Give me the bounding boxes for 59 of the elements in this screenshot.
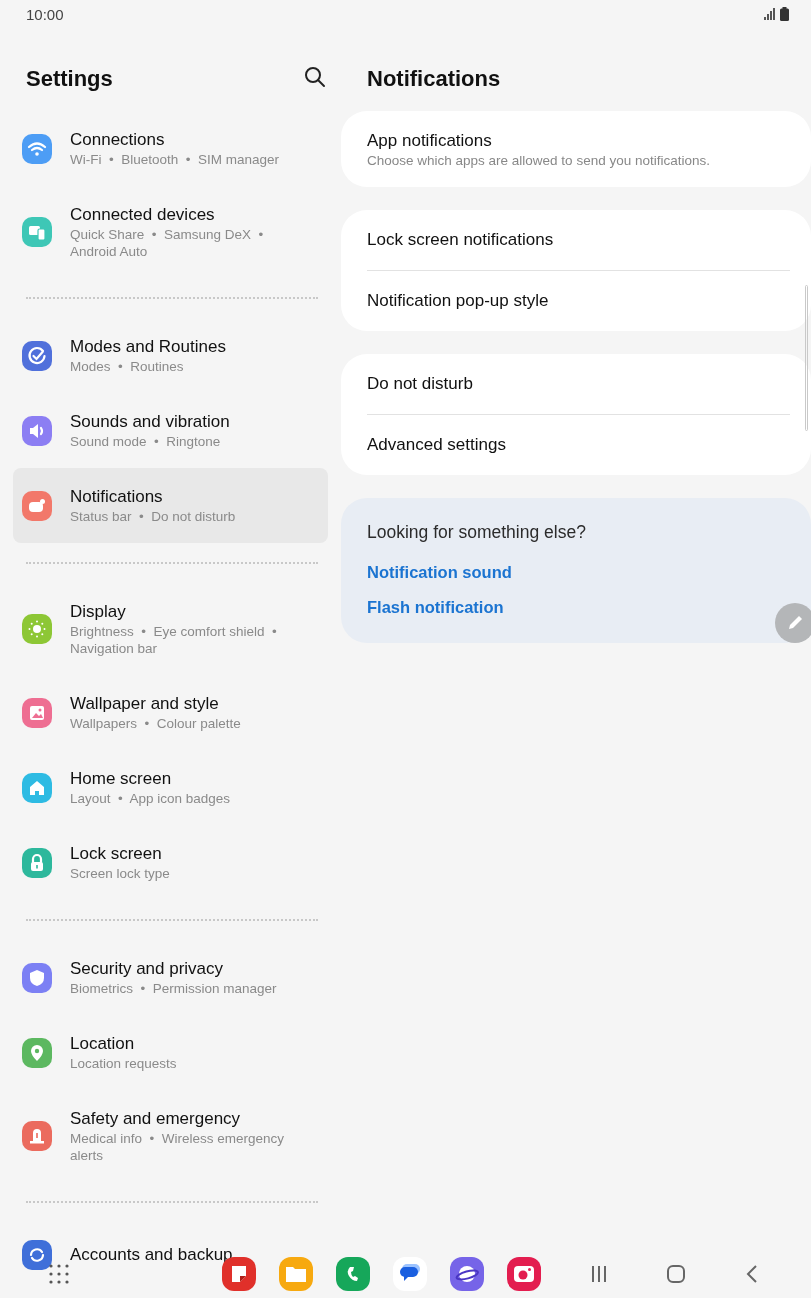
settings-item[interactable]: Accounts and backup [13, 1222, 328, 1270]
battery-icon [780, 7, 789, 21]
settings-item[interactable]: Security and privacy Biometrics • Permission manager [13, 940, 328, 1015]
suggestions-title: Looking for something else? [367, 522, 587, 543]
message-app-icon[interactable] [393, 1256, 427, 1291]
planet-app-icon[interactable] [450, 1256, 484, 1291]
item-subtitle: Wi-Fi • Bluetooth • SIM manager [70, 151, 280, 168]
item-title: Home screen [70, 768, 173, 790]
item-title: Connected devices [70, 204, 216, 226]
settings-item[interactable]: Wallpaper and style Wallpapers • Colour palette [13, 675, 328, 750]
home-icon[interactable] [665, 1262, 687, 1285]
item-subtitle: Quick Share • Samsung DeX • Android Auto [70, 226, 265, 260]
item-title: Wallpaper and style [70, 693, 220, 715]
suggestion-link[interactable]: Flash notification [367, 598, 504, 617]
settings-title: Settings [26, 65, 113, 92]
settings-item[interactable]: Modes and Routines Modes • Routines [13, 318, 328, 393]
settings-item[interactable]: Connected devices Quick Share • Samsung DeX • Android Auto [13, 186, 328, 278]
settings-item[interactable]: Display Brightness • Eye comfort shield • Navigation bar [13, 583, 328, 675]
suggestion-link[interactable]: Notification sound [367, 563, 512, 582]
item-subtitle: Wallpapers • Colour palette [70, 715, 241, 732]
settings-item[interactable]: Safety and emergency Medical info • Wireless emergency alerts [13, 1090, 328, 1182]
option-description: Choose which apps are allowed to send you notifications. [367, 153, 711, 169]
item-title: Notifications [70, 486, 164, 508]
item-subtitle: Modes • Routines [70, 358, 185, 375]
phone-app-icon[interactable] [336, 1256, 370, 1291]
settings-item[interactable]: Home screen Layout • App icon badges [13, 750, 328, 825]
apps-grid-icon[interactable] [48, 1262, 70, 1285]
setting-option[interactable]: Do not disturb [367, 372, 790, 396]
settings-item[interactable]: Lock screen Screen lock type [13, 825, 328, 900]
item-title: Location [70, 1033, 136, 1055]
item-subtitle: Location requests [70, 1055, 177, 1072]
item-subtitle: Biometrics • Permission manager [70, 980, 277, 997]
setting-option[interactable]: Notification pop-up style [367, 289, 790, 313]
item-subtitle: Sound mode • Ringtone [70, 433, 222, 450]
item-title: Lock screen [70, 843, 163, 865]
setting-option[interactable]: Advanced settings [367, 433, 790, 457]
signal-icon [764, 8, 776, 20]
settings-item[interactable]: Connections Wi-Fi • Bluetooth • SIM manager [13, 111, 328, 186]
settings-item[interactable]: Location Location requests [13, 1015, 328, 1090]
page-title: Notifications [367, 65, 501, 92]
item-title: Security and privacy [70, 958, 225, 980]
search-icon[interactable] [303, 64, 327, 89]
setting-option[interactable]: App notifications [367, 129, 790, 153]
item-subtitle: Status bar • Do not disturb [70, 508, 236, 525]
item-subtitle: Layout • App icon badges [70, 790, 231, 807]
item-title: Accounts and backup [70, 1244, 233, 1266]
item-title: Connections [70, 129, 166, 151]
item-subtitle: Screen lock type [70, 865, 170, 882]
item-title: Modes and Routines [70, 336, 226, 358]
item-title: Safety and emergency [70, 1108, 242, 1130]
status-time: 10:00 [26, 5, 64, 23]
item-title: Sounds and vibration [70, 411, 230, 433]
item-subtitle: Medical info • Wireless emergency alerts [70, 1130, 286, 1164]
settings-item[interactable]: Notifications Status bar • Do not disturb [13, 468, 328, 543]
item-subtitle: Brightness • Eye comfort shield • Navigation bar [70, 623, 278, 657]
setting-option[interactable]: Lock screen notifications [367, 228, 790, 252]
settings-item[interactable]: Sounds and vibration Sound mode • Ringtone [13, 393, 328, 468]
item-title: Display [70, 601, 127, 623]
camera-app-icon[interactable] [507, 1256, 541, 1291]
